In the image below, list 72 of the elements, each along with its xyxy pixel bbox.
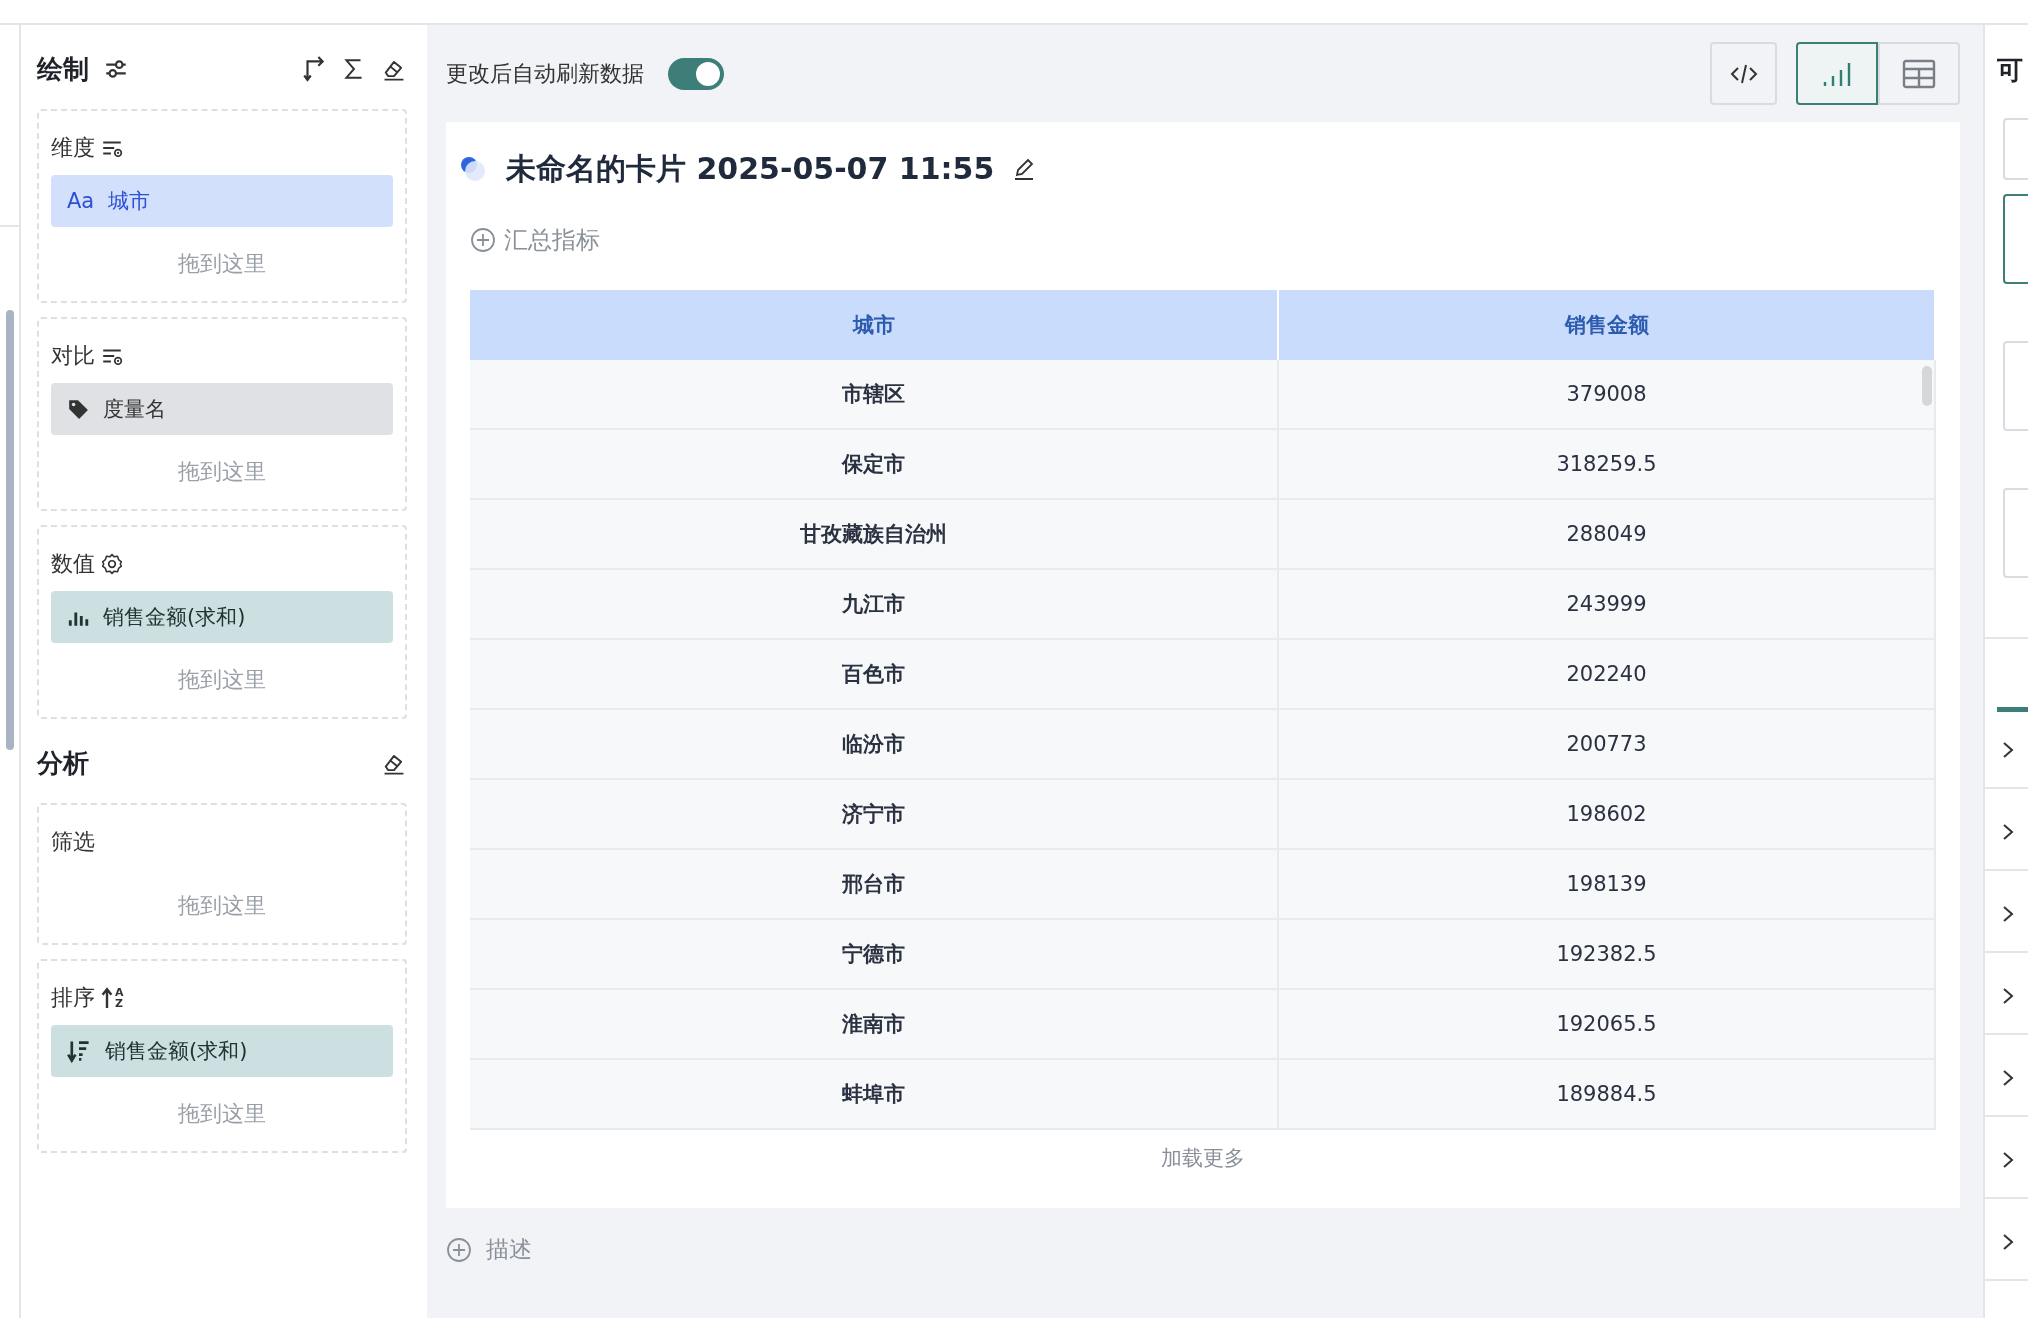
table-cell: 202240	[1279, 640, 1936, 710]
sort-descending-icon	[67, 1039, 91, 1063]
field-chip[interactable]: 度量名	[51, 383, 393, 435]
table-cell: 198602	[1279, 780, 1936, 850]
table-cell: 邢台市	[470, 850, 1279, 920]
tab-indicator	[1997, 707, 2028, 712]
table-cell: 192382.5	[1279, 920, 1936, 990]
scrollbar-thumb[interactable]	[6, 310, 14, 750]
column-header[interactable]: 销售金额	[1279, 290, 1936, 360]
table-cell: 198139	[1279, 850, 1936, 920]
section-label: 筛选	[51, 828, 95, 856]
drop-hint: 拖到这里	[177, 892, 267, 919]
table-cell: 243999	[1279, 570, 1936, 640]
text-type-glyph: Aa	[67, 189, 95, 213]
drop-zone[interactable]: 筛选 拖到这里	[37, 803, 407, 945]
chevron-right-icon[interactable]	[2001, 740, 2015, 760]
drop-zone[interactable]: 排序 AZ 销售金额(求和) 拖到这里	[37, 959, 407, 1153]
section-label: 维度	[51, 134, 95, 162]
code-button[interactable]	[1710, 42, 1777, 105]
corner-arrow-icon[interactable]	[301, 56, 327, 82]
section-label: 对比	[51, 342, 95, 370]
table-cell: 济宁市	[470, 780, 1279, 850]
table-cell: 蚌埠市	[470, 1060, 1279, 1130]
scrollbar-thumb[interactable]	[1922, 366, 1932, 406]
field-chip[interactable]: 销售金额(求和)	[51, 1025, 393, 1077]
column-header[interactable]: 城市	[470, 290, 1279, 360]
chevron-right-icon[interactable]	[2001, 904, 2015, 924]
drop-hint: 拖到这里	[177, 1100, 267, 1127]
table-cell: 379008	[1279, 360, 1936, 430]
circles-icon	[458, 154, 488, 184]
chevron-right-icon[interactable]	[2001, 822, 2015, 842]
tag-icon	[67, 398, 89, 420]
drop-hint: 拖到这里	[177, 250, 267, 277]
auto-refresh-toggle[interactable]	[668, 57, 724, 90]
table-cell: 临汾市	[470, 710, 1279, 780]
card-title: 未命名的卡片 2025-05-07 11:55	[506, 149, 995, 188]
table-cell: 九江市	[470, 570, 1279, 640]
chevron-right-icon[interactable]	[2001, 986, 2015, 1006]
table-cell: 宁德市	[470, 920, 1279, 990]
section-label: 数值	[51, 550, 95, 578]
view-tab[interactable]	[1796, 42, 1878, 105]
drop-hint: 拖到这里	[177, 458, 267, 485]
table-cell: 189884.5	[1279, 1060, 1936, 1130]
table-cell: 318259.5	[1279, 430, 1936, 500]
field-chip[interactable]: Aa 城市	[51, 175, 393, 227]
drop-zone[interactable]: 对比 度量名 拖到这里	[37, 317, 407, 511]
field-chip[interactable]: 销售金额(求和)	[51, 591, 393, 643]
table-cell: 保定市	[470, 430, 1279, 500]
table-cell: 甘孜藏族自治州	[470, 500, 1279, 570]
table-cell: 192065.5	[1279, 990, 1936, 1060]
table-icon	[1902, 58, 1936, 89]
drop-hint: 拖到这里	[177, 666, 267, 693]
panel-title: 绘制	[37, 52, 89, 86]
chevron-right-icon[interactable]	[2001, 1150, 2015, 1170]
add-icon[interactable]	[446, 1236, 472, 1263]
table-cell: 淮南市	[470, 990, 1279, 1060]
section-label: 排序	[51, 984, 95, 1012]
table-cell: 百色市	[470, 640, 1279, 710]
drop-zone[interactable]: 数值 销售金额(求和) 拖到这里	[37, 525, 407, 719]
sort-letters: AZ	[115, 987, 123, 1009]
up-arrow-icon[interactable]	[101, 987, 113, 1009]
auto-refresh-label: 更改后自动刷新数据	[446, 59, 644, 88]
table-cell: 200773	[1279, 710, 1936, 780]
panel-title: 分析	[37, 746, 89, 780]
settings-icon[interactable]	[101, 553, 123, 575]
table-cell: 288049	[1279, 500, 1936, 570]
table-cell: 市辖区	[470, 360, 1279, 430]
drop-zone[interactable]: 维度 Aa 城市 拖到这里	[37, 109, 407, 303]
chevron-right-icon[interactable]	[2001, 1232, 2015, 1252]
panel-title: 可	[1997, 54, 2024, 87]
add-icon[interactable]	[470, 227, 496, 253]
chevron-right-icon[interactable]	[2001, 1068, 2015, 1088]
